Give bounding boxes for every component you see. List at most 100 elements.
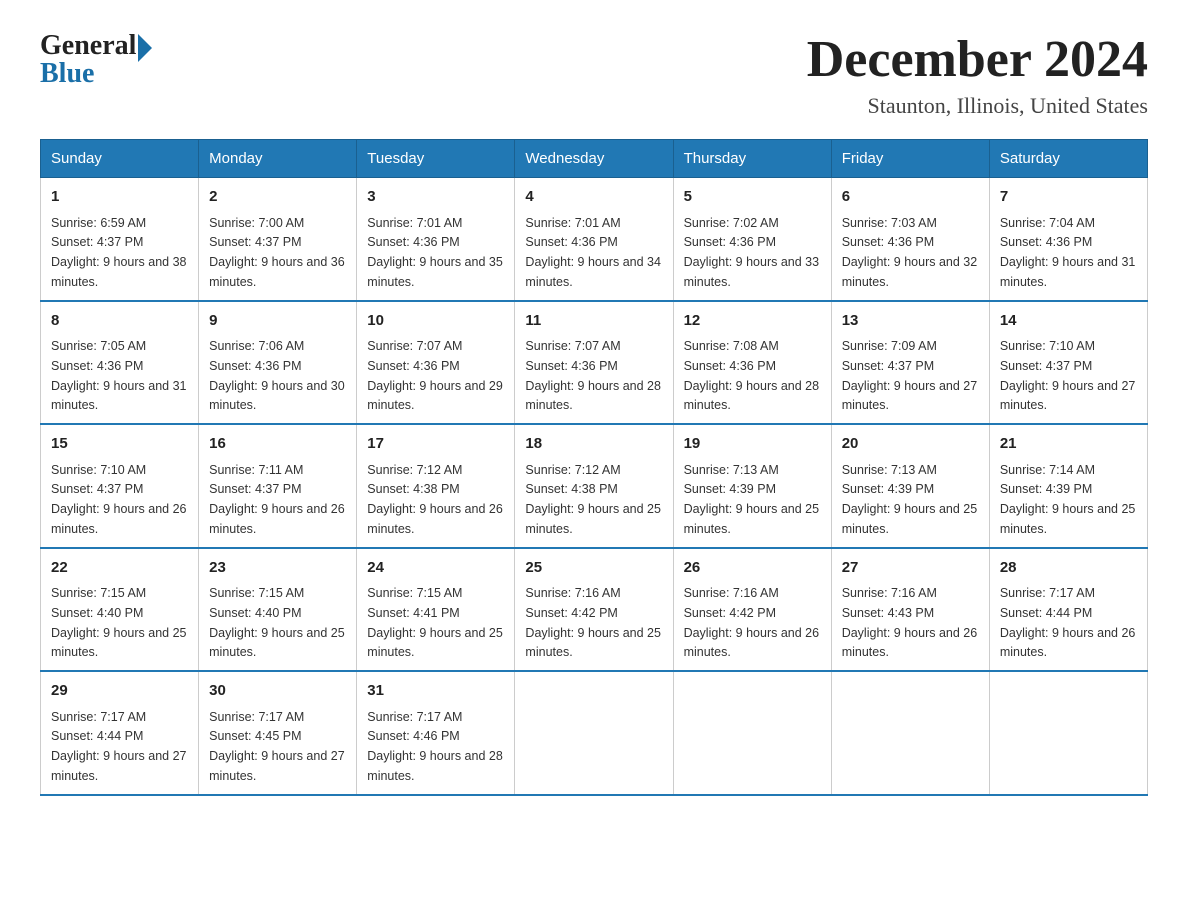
day-number: 24 (367, 557, 504, 580)
calendar-cell: 3 Sunrise: 7:01 AM Sunset: 4:36 PM Daylight… (357, 178, 515, 301)
calendar-cell: 19 Sunrise: 7:13 AM Sunset: 4:39 PM Dayligh… (673, 424, 831, 548)
day-sunrise: Sunrise: 7:16 AM (842, 586, 937, 600)
day-sunset: Sunset: 4:37 PM (209, 482, 301, 496)
calendar-cell: 21Sunrise: 7:14 AMSunset: 4:39 PMDayligh… (989, 424, 1147, 548)
week-row-1: 1Sunrise: 6:59 AMSunset: 4:37 PMDaylight… (41, 178, 1148, 301)
day-sunset: Sunset: 4:40 PM (51, 606, 143, 620)
header: General Blue December 2024 Staunton, Ill… (40, 30, 1148, 119)
day-sunset: Sunset: 4:36 PM (51, 359, 143, 373)
day-daylight: Daylight: 9 hours and 26 minutes. (684, 626, 820, 660)
day-sunrise: Sunrise: 7:12 AM (525, 463, 620, 477)
day-number: 18 (525, 433, 662, 456)
day-number: 2 (209, 186, 346, 209)
day-number: 10 (367, 310, 504, 333)
day-daylight: Daylight: 9 hours and 29 minutes. (367, 379, 503, 413)
day-sunrise: Sunrise: 7:07 AM (367, 339, 462, 353)
day-number: 8 (51, 310, 188, 333)
day-sunset: Sunset: 4:43 PM (842, 606, 934, 620)
logo-triangle-icon (138, 34, 152, 62)
day-number: 12 (684, 310, 821, 333)
weekday-header-thursday: Thursday (673, 140, 831, 178)
day-sunset: Sunset: 4:37 PM (842, 359, 934, 373)
day-daylight: Daylight: 9 hours and 27 minutes. (51, 749, 187, 783)
day-sunset: Sunset: 4:39 PM (684, 482, 776, 496)
day-number: 3 (367, 186, 504, 209)
day-daylight: Daylight: 9 hours and 28 minutes. (525, 379, 661, 413)
day-sunrise: Sunrise: 7:16 AM (684, 586, 779, 600)
day-sunset: Sunset: 4:36 PM (1000, 235, 1092, 249)
day-daylight: Daylight: 9 hours and 25 minutes. (209, 626, 345, 660)
day-sunset: Sunset: 4:46 PM (367, 729, 459, 743)
day-sunset: Sunset: 4:38 PM (367, 482, 459, 496)
day-number: 14 (1000, 310, 1137, 333)
day-number: 20 (842, 433, 979, 456)
day-daylight: Daylight: 9 hours and 26 minutes. (367, 502, 503, 536)
day-daylight: Daylight: 9 hours and 28 minutes. (367, 749, 503, 783)
day-daylight: Daylight: 9 hours and 25 minutes. (51, 626, 187, 660)
day-number: 7 (1000, 186, 1137, 209)
week-row-3: 15Sunrise: 7:10 AMSunset: 4:37 PMDayligh… (41, 424, 1148, 548)
day-sunrise: Sunrise: 7:04 AM (1000, 216, 1095, 230)
day-daylight: Daylight: 9 hours and 25 minutes. (1000, 502, 1136, 536)
calendar-cell: 8 Sunrise: 7:05 AM Sunset: 4:36 PM Daylight… (41, 301, 199, 425)
day-number: 17 (367, 433, 504, 456)
day-number: 30 (209, 680, 346, 703)
calendar-cell: 10 Sunrise: 7:07 AM Sunset: 4:36 PM Dayligh… (357, 301, 515, 425)
day-daylight: Daylight: 9 hours and 25 minutes. (684, 502, 820, 536)
day-daylight: Daylight: 9 hours and 34 minutes. (525, 255, 661, 289)
calendar-cell: 24Sunrise: 7:15 AMSunset: 4:41 PMDayligh… (357, 548, 515, 672)
day-sunrise: Sunrise: 7:09 AM (842, 339, 937, 353)
day-sunset: Sunset: 4:37 PM (51, 235, 143, 249)
day-sunrise: Sunrise: 7:17 AM (209, 710, 304, 724)
day-sunset: Sunset: 4:36 PM (367, 359, 459, 373)
day-number: 1 (51, 186, 188, 209)
day-number: 22 (51, 557, 188, 580)
calendar-cell: 18 Sunrise: 7:12 AM Sunset: 4:38 PM Dayligh… (515, 424, 673, 548)
calendar-cell: 15Sunrise: 7:10 AMSunset: 4:37 PMDayligh… (41, 424, 199, 548)
day-sunset: Sunset: 4:36 PM (684, 235, 776, 249)
day-sunrise: Sunrise: 7:07 AM (525, 339, 620, 353)
calendar-cell: 7Sunrise: 7:04 AMSunset: 4:36 PMDaylight… (989, 178, 1147, 301)
day-sunrise: Sunrise: 7:15 AM (209, 586, 304, 600)
weekday-header-tuesday: Tuesday (357, 140, 515, 178)
day-sunset: Sunset: 4:38 PM (525, 482, 617, 496)
day-sunrise: Sunrise: 7:17 AM (1000, 586, 1095, 600)
day-number: 11 (525, 310, 662, 333)
day-sunrise: Sunrise: 7:05 AM (51, 339, 146, 353)
day-sunrise: Sunrise: 7:13 AM (684, 463, 779, 477)
week-row-5: 29Sunrise: 7:17 AMSunset: 4:44 PMDayligh… (41, 671, 1148, 795)
day-sunset: Sunset: 4:36 PM (367, 235, 459, 249)
day-sunrise: Sunrise: 7:12 AM (367, 463, 462, 477)
day-sunrise: Sunrise: 7:16 AM (525, 586, 620, 600)
day-number: 16 (209, 433, 346, 456)
day-sunset: Sunset: 4:37 PM (209, 235, 301, 249)
calendar-cell: 16Sunrise: 7:11 AMSunset: 4:37 PMDayligh… (199, 424, 357, 548)
day-daylight: Daylight: 9 hours and 35 minutes. (367, 255, 503, 289)
weekday-header-saturday: Saturday (989, 140, 1147, 178)
day-number: 29 (51, 680, 188, 703)
day-number: 4 (525, 186, 662, 209)
day-daylight: Daylight: 9 hours and 30 minutes. (209, 379, 345, 413)
day-daylight: Daylight: 9 hours and 25 minutes. (525, 502, 661, 536)
calendar-cell: 29Sunrise: 7:17 AMSunset: 4:44 PMDayligh… (41, 671, 199, 795)
day-daylight: Daylight: 9 hours and 31 minutes. (51, 379, 187, 413)
calendar-cell: 9Sunrise: 7:06 AMSunset: 4:36 PMDaylight… (199, 301, 357, 425)
calendar-cell (831, 671, 989, 795)
day-sunrise: Sunrise: 7:17 AM (51, 710, 146, 724)
day-sunrise: Sunrise: 7:14 AM (1000, 463, 1095, 477)
day-sunset: Sunset: 4:45 PM (209, 729, 301, 743)
day-sunrise: Sunrise: 7:01 AM (367, 216, 462, 230)
day-daylight: Daylight: 9 hours and 26 minutes. (1000, 626, 1136, 660)
day-sunset: Sunset: 4:39 PM (842, 482, 934, 496)
calendar-cell (515, 671, 673, 795)
day-sunrise: Sunrise: 7:01 AM (525, 216, 620, 230)
day-number: 19 (684, 433, 821, 456)
day-sunrise: Sunrise: 7:03 AM (842, 216, 937, 230)
day-sunset: Sunset: 4:37 PM (1000, 359, 1092, 373)
day-daylight: Daylight: 9 hours and 32 minutes. (842, 255, 978, 289)
day-number: 5 (684, 186, 821, 209)
calendar-cell: 20Sunrise: 7:13 AMSunset: 4:39 PMDayligh… (831, 424, 989, 548)
location-title: Staunton, Illinois, United States (807, 93, 1148, 119)
day-number: 21 (1000, 433, 1137, 456)
day-daylight: Daylight: 9 hours and 36 minutes. (209, 255, 345, 289)
